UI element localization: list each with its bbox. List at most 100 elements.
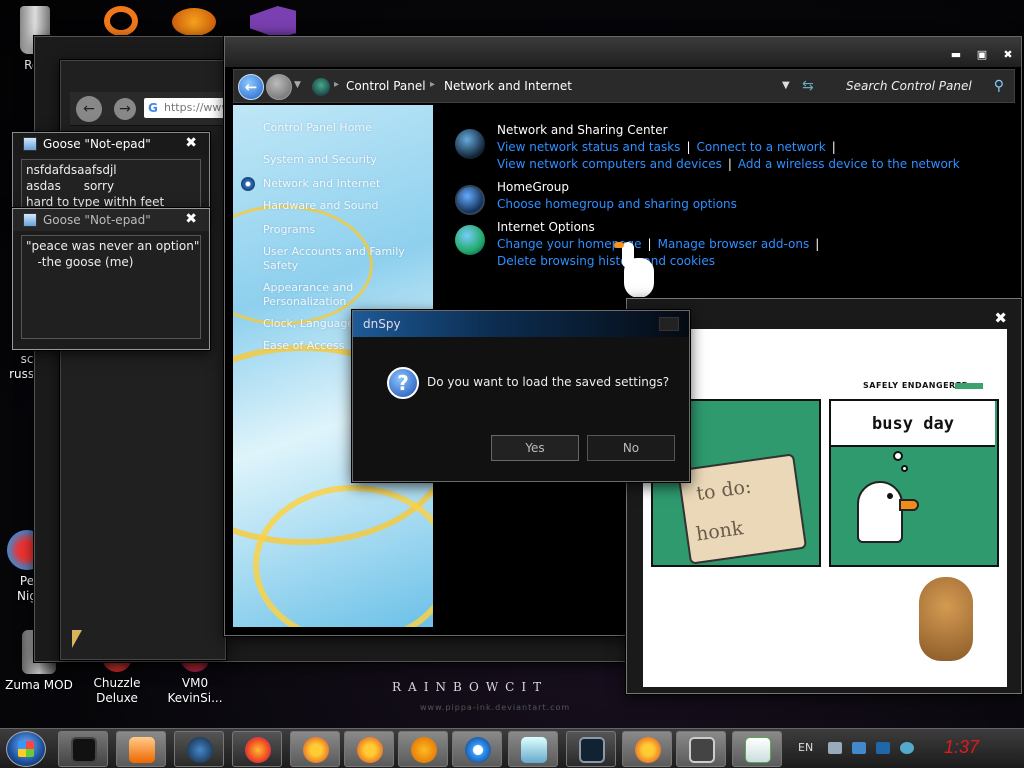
- desktop-icon-label: VM0 KevinSi...: [167, 676, 223, 705]
- peggle-icon: [303, 737, 329, 763]
- notepad-titlebar[interactable]: Goose "Not-epad" ✖: [13, 209, 209, 231]
- peggle-deluxe-icon: [635, 737, 661, 763]
- category-title[interactable]: Internet Options: [497, 220, 825, 234]
- window-titlebar[interactable]: ▬ ▣ ✖: [225, 37, 1021, 67]
- close-icon[interactable]: ✖: [185, 135, 197, 151]
- sidebar-item-clock-language[interactable]: Clock, Language,: [263, 317, 358, 330]
- link-choose-homegroup[interactable]: Choose homegroup and sharing options: [497, 197, 737, 211]
- forward-icon[interactable]: →: [114, 98, 136, 120]
- close-icon[interactable]: ✖: [1001, 49, 1015, 61]
- back-icon[interactable]: ←: [238, 74, 264, 100]
- volume-icon[interactable]: [900, 742, 914, 754]
- device-icon[interactable]: [852, 742, 866, 754]
- comic-panel-right: busy day: [829, 399, 999, 567]
- start-button[interactable]: [6, 731, 46, 767]
- taskbar-item[interactable]: [58, 731, 108, 767]
- link-view-network-computers[interactable]: View network computers and devices: [497, 157, 722, 171]
- no-button[interactable]: No: [587, 435, 675, 461]
- close-icon[interactable]: ✖: [185, 211, 197, 227]
- taskbar-item[interactable]: [290, 731, 340, 767]
- category-title[interactable]: Network and Sharing Center: [497, 123, 960, 137]
- minimize-icon[interactable]: ▬: [949, 49, 963, 61]
- separator: |: [831, 140, 836, 154]
- link-connect-network[interactable]: Connect to a network: [696, 140, 825, 154]
- taskbar-item[interactable]: [566, 731, 616, 767]
- link-view-network-status[interactable]: View network status and tasks: [497, 140, 680, 154]
- clock[interactable]: 1:37: [944, 737, 979, 758]
- comic-goose-beak: [899, 499, 919, 511]
- taskbar-item[interactable]: [508, 731, 558, 767]
- taskbar-item[interactable]: [398, 731, 448, 767]
- yes-button[interactable]: Yes: [491, 435, 579, 461]
- forward-icon[interactable]: [266, 74, 292, 100]
- taskbar-item[interactable]: [732, 731, 782, 767]
- breadcrumb-network-and-internet[interactable]: Network and Internet: [444, 79, 572, 93]
- notepad-title: Goose "Not-epad": [43, 213, 151, 227]
- breadcrumb-control-panel[interactable]: Control Panel: [346, 79, 426, 93]
- goose-notepad-window[interactable]: Goose "Not-epad" ✖ "peace was never an o…: [12, 208, 210, 350]
- category-title[interactable]: HomeGroup: [497, 180, 737, 194]
- taskbar-item[interactable]: [676, 731, 726, 767]
- peggle-nights-icon: [357, 737, 383, 763]
- wallpaper-title: RAINBOWCIT: [392, 680, 549, 694]
- dnspy-dialog[interactable]: dnSpy ? Do you want to load the saved se…: [352, 310, 690, 482]
- notepad-icon: [23, 137, 37, 151]
- network-icon[interactable]: [876, 742, 890, 754]
- search-input[interactable]: Search Control Panel ⚲: [832, 74, 1010, 98]
- taskbar-item[interactable]: [232, 731, 282, 767]
- app-icon-top[interactable]: [104, 6, 138, 36]
- category-links: Choose homegroup and sharing options: [497, 196, 737, 213]
- sidebar-item-control-panel-home[interactable]: Control Panel Home: [263, 121, 372, 134]
- taskbar-item[interactable]: [116, 731, 166, 767]
- taskbar-item[interactable]: [622, 731, 672, 767]
- sidebar-item-programs[interactable]: Programs: [263, 223, 315, 236]
- category-homegroup: HomeGroup Choose homegroup and sharing o…: [497, 180, 737, 213]
- ie-icon: [465, 737, 491, 763]
- notepad-text[interactable]: "peace was never an option" -the goose (…: [21, 235, 201, 339]
- dialog-titlebar[interactable]: dnSpy: [353, 311, 689, 337]
- visual-studio-icon[interactable]: [250, 6, 296, 38]
- notepad-text[interactable]: nsfdafdsaafsdjl asdas sorry hard to type…: [21, 159, 201, 209]
- browser-toolbar: ← → G https://www: [70, 92, 234, 126]
- desktop-icon-label: Pe: [19, 574, 35, 588]
- comic-header: SAFELY ENDANGERED: [863, 381, 969, 390]
- sidebar-item-user-accounts[interactable]: User Accounts and Family: [263, 245, 405, 258]
- control-panel-icon: [312, 78, 330, 96]
- sidebar-item-network-and-internet[interactable]: Network and Internet: [263, 177, 380, 190]
- google-icon: G: [148, 101, 158, 115]
- sidebar-item-user-accounts[interactable]: Safety: [263, 259, 298, 272]
- taskbar-item[interactable]: [344, 731, 394, 767]
- fish-icon[interactable]: [172, 8, 216, 36]
- link-delete-history[interactable]: Delete browsing history and cookies: [497, 254, 715, 268]
- taskbar-item[interactable]: [452, 731, 502, 767]
- search-icon[interactable]: ⚲: [994, 78, 1004, 94]
- language-indicator[interactable]: EN: [798, 741, 813, 754]
- eject-icon[interactable]: [828, 742, 842, 754]
- maximize-icon[interactable]: ▣: [975, 49, 989, 61]
- taskbar-item[interactable]: [174, 731, 224, 767]
- close-icon[interactable]: [659, 317, 679, 331]
- desktop-goose[interactable]: [614, 238, 656, 300]
- notepad-titlebar[interactable]: Goose "Not-epad" ✖: [13, 133, 209, 155]
- back-icon[interactable]: ←: [76, 96, 102, 122]
- address-bar[interactable]: G https://www: [144, 98, 234, 118]
- link-add-wireless-device[interactable]: Add a wireless device to the network: [738, 157, 960, 171]
- link-manage-addons[interactable]: Manage browser add-ons: [658, 237, 810, 251]
- chevron-right-icon[interactable]: ▸: [334, 79, 339, 90]
- address-dropdown-icon[interactable]: ▼: [782, 80, 790, 91]
- sidebar-item-appearance[interactable]: Appearance and: [263, 281, 353, 294]
- comic-badge: [955, 383, 983, 389]
- refresh-icon[interactable]: ⇆: [802, 78, 814, 94]
- homegroup-icon[interactable]: [455, 185, 485, 215]
- history-dropdown-icon[interactable]: ▼: [294, 80, 301, 90]
- internet-options-icon[interactable]: [455, 225, 485, 255]
- desktop-icon-label: sc: [20, 352, 34, 366]
- close-icon[interactable]: ✖: [994, 309, 1007, 327]
- sidebar-item-appearance[interactable]: Personalization: [263, 295, 346, 308]
- goose-notepad-window[interactable]: Goose "Not-epad" ✖ nsfdafdsaafsdjl asdas…: [12, 132, 210, 214]
- sidebar-item-system-and-security[interactable]: System and Security: [263, 153, 377, 166]
- network-globe-icon[interactable]: [455, 129, 485, 159]
- sidebar-item-ease-of-access[interactable]: Ease of Access: [263, 339, 344, 352]
- chevron-right-icon[interactable]: ▸: [430, 79, 435, 90]
- sidebar-item-hardware-and-sound[interactable]: Hardware and Sound: [263, 199, 378, 212]
